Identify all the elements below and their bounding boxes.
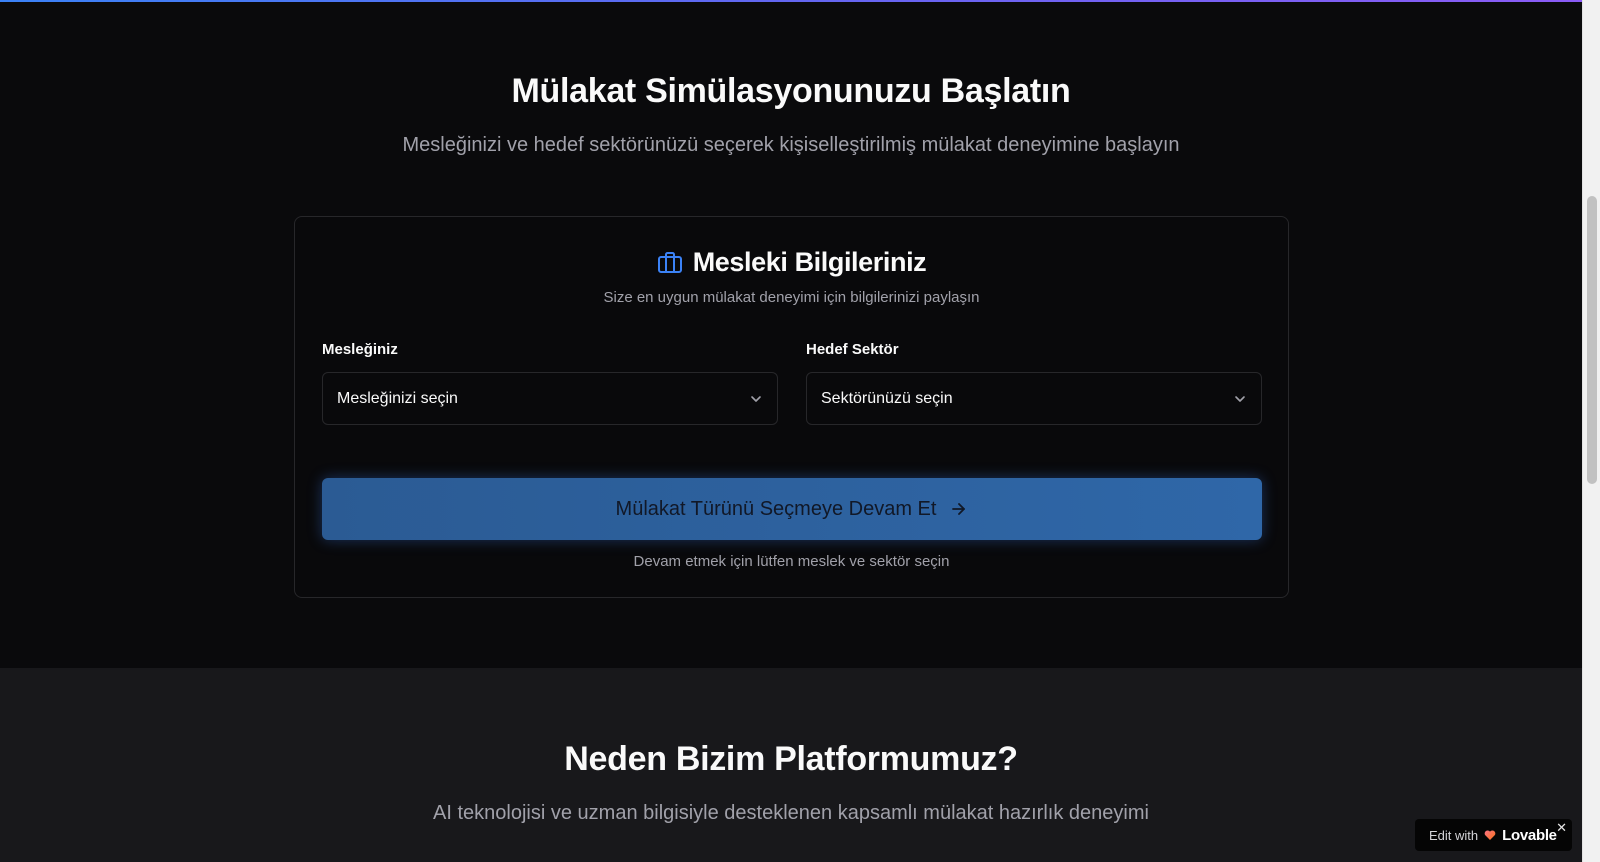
badge-prefix: Edit with (1429, 827, 1479, 843)
why-us-subtitle: AI teknolojisi ve uzman bilgisiyle deste… (433, 802, 1149, 824)
scrollbar[interactable] (1582, 0, 1600, 862)
page-subtitle: Mesleğinizi ve hedef sektörünüzü seçerek… (402, 134, 1180, 156)
sector-select[interactable]: Sektörünüzü seçin (806, 372, 1262, 425)
scrollbar-thumb[interactable] (1587, 196, 1597, 484)
close-icon[interactable]: ✕ (1556, 821, 1567, 835)
briefcase-icon (657, 251, 682, 273)
chevron-down-icon (1235, 395, 1245, 402)
card-description: Size en uygun mülakat deneyimi için bilg… (603, 289, 980, 306)
edit-with-lovable-badge[interactable]: Edit with Lovable ✕ (1415, 819, 1572, 851)
badge-brand: Lovable (1502, 826, 1557, 844)
continue-to-interview-type-button[interactable]: Mülakat Türünü Seçmeye Devam Et (322, 478, 1262, 540)
helper-text: Devam etmek için lütfen meslek ve sektör… (633, 553, 950, 570)
why-us-section: Neden Bizim Platformumuz? AI teknolojisi… (0, 668, 1582, 862)
sector-label: Hedef Sektör (806, 341, 899, 358)
page-title: Mülakat Simülasyonunuzu Başlatın (511, 72, 1071, 110)
chevron-down-icon (751, 395, 761, 402)
professional-info-card: Mesleki Bilgileriniz Size en uygun mülak… (294, 216, 1289, 598)
sector-select-value: Sektörünüzü seçin (821, 389, 953, 407)
lovable-logo-icon (1484, 830, 1496, 840)
profession-select[interactable]: Mesleğinizi seçin (322, 372, 778, 425)
continue-button-label: Mülakat Türünü Seçmeye Devam Et (615, 497, 937, 520)
hero-section: Mülakat Simülasyonunuzu Başlatın Mesleği… (0, 2, 1582, 668)
arrow-right-icon (952, 503, 966, 515)
profession-label: Mesleğiniz (322, 341, 398, 358)
why-us-title: Neden Bizim Platformumuz? (564, 740, 1018, 778)
card-heading: Mesleki Bilgileriniz (295, 247, 1288, 278)
profession-select-value: Mesleğinizi seçin (337, 389, 458, 407)
card-title: Mesleki Bilgileriniz (692, 247, 927, 277)
